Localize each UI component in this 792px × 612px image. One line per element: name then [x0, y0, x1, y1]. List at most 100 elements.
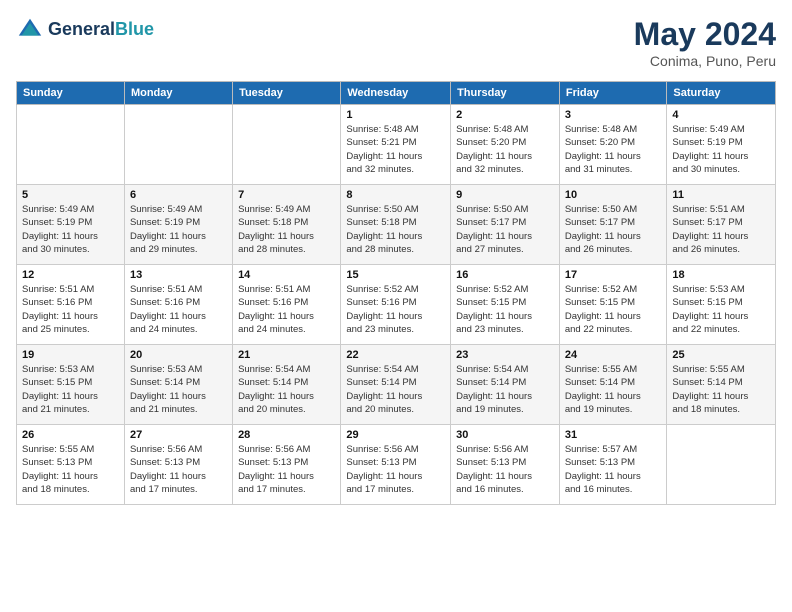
day-number: 18 — [672, 269, 770, 281]
calendar-cell: 26 Sunrise: 5:55 AM Sunset: 5:13 PM Dayli… — [17, 425, 125, 505]
day-info: Sunrise: 5:54 AM Sunset: 5:14 PM Dayligh… — [456, 363, 554, 416]
calendar-cell: 17 Sunrise: 5:52 AM Sunset: 5:15 PM Dayli… — [559, 265, 667, 345]
day-number: 26 — [22, 429, 119, 441]
calendar-week-row: 12Sunrise: 5:51 AM Sunset: 5:16 PM Dayli… — [17, 265, 776, 345]
day-info: Sunrise: 5:51 AM Sunset: 5:16 PM Dayligh… — [130, 283, 227, 336]
day-info: Sunrise: 5:57 AM Sunset: 5:13 PM Dayligh… — [565, 443, 662, 496]
day-info: Sunrise: 5:50 AM Sunset: 5:18 PM Dayligh… — [346, 203, 445, 256]
day-info: Sunrise: 5:49 AM Sunset: 5:18 PM Dayligh… — [238, 203, 335, 256]
calendar-cell: 1 Sunrise: 5:48 AM Sunset: 5:21 PM Daylig… — [341, 105, 451, 185]
day-info: Sunrise: 5:53 AM Sunset: 5:14 PM Dayligh… — [130, 363, 227, 416]
calendar-cell — [233, 105, 341, 185]
day-info: Sunrise: 5:52 AM Sunset: 5:15 PM Dayligh… — [456, 283, 554, 336]
day-number: 5 — [22, 189, 119, 201]
calendar-cell: 23 Sunrise: 5:54 AM Sunset: 5:14 PM Dayli… — [451, 345, 560, 425]
logo: GeneralBlue — [16, 16, 154, 44]
day-number: 8 — [346, 189, 445, 201]
calendar-cell — [17, 105, 125, 185]
day-info: Sunrise: 5:50 AM Sunset: 5:17 PM Dayligh… — [456, 203, 554, 256]
day-info: Sunrise: 5:49 AM Sunset: 5:19 PM Dayligh… — [672, 123, 770, 176]
calendar-week-row: 1 Sunrise: 5:48 AM Sunset: 5:21 PM Daylig… — [17, 105, 776, 185]
day-number: 24 — [565, 349, 662, 361]
day-info: Sunrise: 5:48 AM Sunset: 5:20 PM Dayligh… — [565, 123, 662, 176]
day-info: Sunrise: 5:48 AM Sunset: 5:21 PM Dayligh… — [346, 123, 445, 176]
day-info: Sunrise: 5:48 AM Sunset: 5:20 PM Dayligh… — [456, 123, 554, 176]
day-info: Sunrise: 5:53 AM Sunset: 5:15 PM Dayligh… — [22, 363, 119, 416]
day-info: Sunrise: 5:54 AM Sunset: 5:14 PM Dayligh… — [238, 363, 335, 416]
weekday-header: Thursday — [451, 82, 560, 105]
calendar-cell: 31 Sunrise: 5:57 AM Sunset: 5:13 PM Dayli… — [559, 425, 667, 505]
day-number: 30 — [456, 429, 554, 441]
calendar-cell: 22 Sunrise: 5:54 AM Sunset: 5:14 PM Dayli… — [341, 345, 451, 425]
day-info: Sunrise: 5:54 AM Sunset: 5:14 PM Dayligh… — [346, 363, 445, 416]
day-number: 21 — [238, 349, 335, 361]
logo-text: GeneralBlue — [48, 20, 154, 40]
day-number: 22 — [346, 349, 445, 361]
calendar-cell: 5Sunrise: 5:49 AM Sunset: 5:19 PM Daylig… — [17, 185, 125, 265]
day-info: Sunrise: 5:52 AM Sunset: 5:15 PM Dayligh… — [565, 283, 662, 336]
day-number: 16 — [456, 269, 554, 281]
day-number: 14 — [238, 269, 335, 281]
page-header: GeneralBlue May 2024 Conima, Puno, Peru — [16, 16, 776, 69]
calendar-cell: 16 Sunrise: 5:52 AM Sunset: 5:15 PM Dayli… — [451, 265, 560, 345]
weekday-header: Sunday — [17, 82, 125, 105]
day-number: 28 — [238, 429, 335, 441]
day-number: 9 — [456, 189, 554, 201]
day-info: Sunrise: 5:56 AM Sunset: 5:13 PM Dayligh… — [238, 443, 335, 496]
calendar-cell: 20Sunrise: 5:53 AM Sunset: 5:14 PM Dayli… — [124, 345, 232, 425]
calendar-cell — [124, 105, 232, 185]
calendar-table: SundayMondayTuesdayWednesdayThursdayFrid… — [16, 81, 776, 505]
day-number: 7 — [238, 189, 335, 201]
calendar-cell: 13 Sunrise: 5:51 AM Sunset: 5:16 PM Dayli… — [124, 265, 232, 345]
day-info: Sunrise: 5:56 AM Sunset: 5:13 PM Dayligh… — [456, 443, 554, 496]
day-info: Sunrise: 5:51 AM Sunset: 5:16 PM Dayligh… — [22, 283, 119, 336]
weekday-header-row: SundayMondayTuesdayWednesdayThursdayFrid… — [17, 82, 776, 105]
calendar-cell: 29 Sunrise: 5:56 AM Sunset: 5:13 PM Dayli… — [341, 425, 451, 505]
calendar-week-row: 5 Sunrise: 5:49 AM Sunset: 5:19 PM Daylig… — [17, 185, 776, 265]
day-number: 13 — [130, 269, 227, 281]
day-number: 4 — [672, 109, 770, 121]
day-info: Sunrise: 5:53 AM Sunset: 5:15 PM Dayligh… — [672, 283, 770, 336]
month-year: May 2024 — [634, 16, 776, 53]
calendar-cell: 12Sunrise: 5:51 AM Sunset: 5:16 PM Dayli… — [17, 265, 125, 345]
day-number: 3 — [565, 109, 662, 121]
calendar-cell: 19 Sunrise: 5:53 AM Sunset: 5:15 PM Dayli… — [17, 345, 125, 425]
weekday-header: Wednesday — [341, 82, 451, 105]
calendar-cell: 6Sunrise: 5:49 AM Sunset: 5:19 PM Daylig… — [124, 185, 232, 265]
day-number: 25 — [672, 349, 770, 361]
calendar-cell — [667, 425, 776, 505]
day-info: Sunrise: 5:55 AM Sunset: 5:13 PM Dayligh… — [22, 443, 119, 496]
day-number: 23 — [456, 349, 554, 361]
day-number: 2 — [456, 109, 554, 121]
calendar-cell: 8 Sunrise: 5:50 AM Sunset: 5:18 PM Daylig… — [341, 185, 451, 265]
day-info: Sunrise: 5:50 AM Sunset: 5:17 PM Dayligh… — [565, 203, 662, 256]
calendar-cell: 3 Sunrise: 5:48 AM Sunset: 5:20 PM Daylig… — [559, 105, 667, 185]
weekday-header: Friday — [559, 82, 667, 105]
logo-icon — [16, 16, 44, 44]
calendar-cell: 30 Sunrise: 5:56 AM Sunset: 5:13 PM Dayli… — [451, 425, 560, 505]
day-number: 31 — [565, 429, 662, 441]
calendar-cell: 10Sunrise: 5:50 AM Sunset: 5:17 PM Dayli… — [559, 185, 667, 265]
day-info: Sunrise: 5:55 AM Sunset: 5:14 PM Dayligh… — [565, 363, 662, 416]
day-info: Sunrise: 5:52 AM Sunset: 5:16 PM Dayligh… — [346, 283, 445, 336]
calendar-cell: 18 Sunrise: 5:53 AM Sunset: 5:15 PM Dayli… — [667, 265, 776, 345]
day-number: 17 — [565, 269, 662, 281]
weekday-header: Monday — [124, 82, 232, 105]
day-info: Sunrise: 5:56 AM Sunset: 5:13 PM Dayligh… — [346, 443, 445, 496]
day-info: Sunrise: 5:55 AM Sunset: 5:14 PM Dayligh… — [672, 363, 770, 416]
day-number: 27 — [130, 429, 227, 441]
day-info: Sunrise: 5:51 AM Sunset: 5:16 PM Dayligh… — [238, 283, 335, 336]
weekday-header: Saturday — [667, 82, 776, 105]
day-number: 1 — [346, 109, 445, 121]
day-number: 29 — [346, 429, 445, 441]
calendar-cell: 24 Sunrise: 5:55 AM Sunset: 5:14 PM Dayli… — [559, 345, 667, 425]
day-info: Sunrise: 5:56 AM Sunset: 5:13 PM Dayligh… — [130, 443, 227, 496]
location: Conima, Puno, Peru — [634, 53, 776, 69]
day-info: Sunrise: 5:49 AM Sunset: 5:19 PM Dayligh… — [130, 203, 227, 256]
calendar-cell: 15Sunrise: 5:52 AM Sunset: 5:16 PM Dayli… — [341, 265, 451, 345]
calendar-cell: 27 Sunrise: 5:56 AM Sunset: 5:13 PM Dayli… — [124, 425, 232, 505]
calendar-cell: 4 Sunrise: 5:49 AM Sunset: 5:19 PM Daylig… — [667, 105, 776, 185]
calendar-cell: 7 Sunrise: 5:49 AM Sunset: 5:18 PM Daylig… — [233, 185, 341, 265]
day-number: 19 — [22, 349, 119, 361]
calendar-cell: 28 Sunrise: 5:56 AM Sunset: 5:13 PM Dayli… — [233, 425, 341, 505]
